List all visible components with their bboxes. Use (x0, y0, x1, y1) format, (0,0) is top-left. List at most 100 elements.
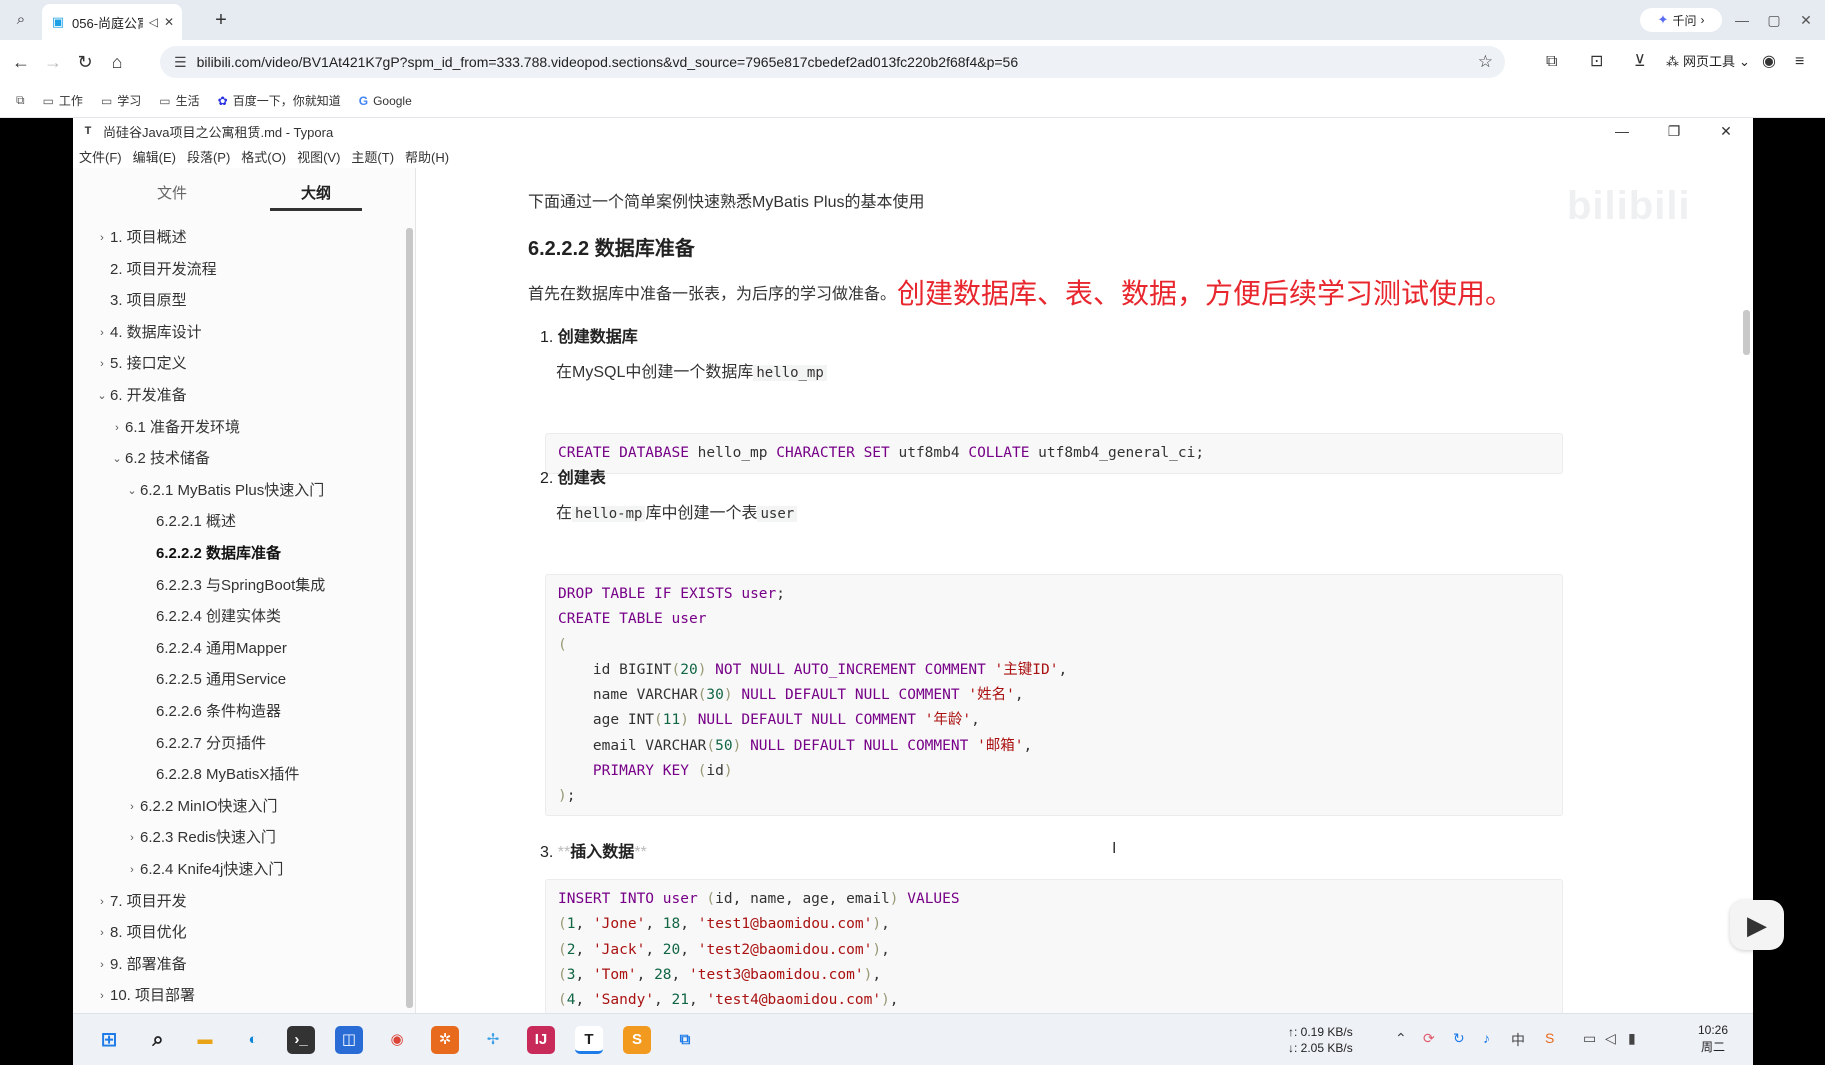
outline-item[interactable]: › 5. 接口定义 (100, 354, 187, 374)
menu-theme[interactable]: 主题(T) (351, 147, 394, 166)
bookmarks-manager-icon[interactable]: ⧉ (16, 93, 25, 108)
bookmark-baidu[interactable]: ✿ 百度一下，你就知道 (218, 92, 341, 109)
chevron-right-icon[interactable]: › (96, 955, 108, 975)
mute-icon[interactable]: ◁ (149, 15, 158, 29)
tab-active[interactable]: ▣ 056-尚庭公寓 ◁ ✕ (42, 4, 182, 40)
outline-item[interactable]: ⌄ 6.2 技术储备 (112, 449, 210, 469)
bookmark-study[interactable]: ▭ 学习 (101, 92, 141, 109)
outline-item[interactable]: ⌄ 6. 开发准备 (97, 386, 186, 406)
sidebar-scrollbar[interactable] (406, 228, 413, 1008)
windows-start-icon[interactable]: ⊞ (95, 1026, 123, 1054)
forward-icon[interactable]: → (42, 51, 64, 73)
chevron-right-icon[interactable]: › (96, 354, 108, 374)
outline-item[interactable]: › 7. 项目开发 (100, 892, 187, 912)
address-bar[interactable]: ☰ bilibili.com/video/BV1At421K7gP?spm_id… (160, 46, 1505, 78)
code-block-create-db[interactable]: CREATE DATABASE hello_mp CHARACTER SET u… (545, 433, 1563, 474)
outline-item[interactable]: › 6.2.2 MinIO快速入门 (130, 797, 277, 817)
menu-file[interactable]: 文件(F) (79, 147, 122, 166)
microphone-icon[interactable]: ♪ (1483, 1030, 1490, 1046)
ime-icon[interactable]: 中 (1511, 1030, 1525, 1050)
maximize-icon[interactable]: ▢ (1764, 10, 1784, 30)
tray-expand-icon[interactable]: ⌃ (1395, 1030, 1407, 1047)
outline-item[interactable]: › 10. 项目部署 (100, 986, 195, 1006)
menu-paragraph[interactable]: 段落(P) (187, 147, 230, 166)
edge-icon[interactable]: ◐ (239, 1026, 267, 1054)
chevron-right-icon[interactable]: › (126, 860, 138, 880)
editor-area[interactable]: bilibili 下面通过一个简单案例快速熟悉MyBatis Plus的基本使用… (417, 168, 1753, 1065)
menu-help[interactable]: 帮助(H) (405, 147, 449, 166)
tab-files[interactable]: 文件 (157, 182, 187, 203)
outline-item[interactable]: 6.2.2.1 概述 (156, 512, 236, 532)
outline-item[interactable]: › 8. 项目优化 (100, 923, 187, 943)
clock[interactable]: 10:26 周二 (1698, 1022, 1728, 1056)
outline-item[interactable]: 3. 项目原型 (110, 291, 187, 311)
menu-view[interactable]: 视图(V) (297, 147, 340, 166)
outline-item[interactable]: 6.2.2.8 MyBatisX插件 (156, 765, 299, 785)
qianwen-button[interactable]: ✦ 千问 › (1640, 8, 1722, 32)
tab-close-icon[interactable]: ✕ (164, 15, 174, 29)
download-icon[interactable]: ⊻ (1634, 51, 1646, 73)
screenshot-icon[interactable]: ⊡ (1590, 51, 1603, 73)
new-tab-icon[interactable]: + (210, 9, 232, 31)
chevron-down-icon[interactable]: ⌄ (111, 449, 123, 469)
outline-item[interactable]: › 4. 数据库设计 (100, 323, 202, 343)
chevron-right-icon[interactable]: › (126, 797, 138, 817)
url-text[interactable]: bilibili.com/video/BV1At421K7gP?spm_id_f… (197, 54, 1019, 70)
bookmark-life[interactable]: ▭ 生活 (159, 92, 199, 109)
chevron-right-icon[interactable]: › (96, 892, 108, 912)
minimize-icon[interactable]: — (1732, 10, 1752, 30)
remote-desktop-icon[interactable]: ⧉ (671, 1026, 699, 1054)
typora-taskbar-icon[interactable]: T (575, 1026, 603, 1054)
outline-item[interactable]: 6.2.2.5 通用Service (156, 670, 286, 690)
terminal-icon[interactable]: ›_ (287, 1026, 315, 1054)
outline-item[interactable]: › 6.2.4 Knife4j快速入门 (130, 860, 283, 880)
chevron-right-icon[interactable]: › (111, 418, 123, 438)
file-explorer-icon[interactable]: ▬ (191, 1026, 219, 1054)
tab-outline[interactable]: 大纲 (301, 182, 331, 203)
tray-sync-icon[interactable]: ↻ (1453, 1030, 1465, 1047)
outline-item[interactable]: › 6.1 准备开发环境 (115, 418, 240, 438)
outline-item[interactable]: 6.2.2.4 通用Mapper (156, 639, 287, 659)
editor-scrollbar[interactable] (1743, 310, 1750, 355)
outline-item[interactable]: ⌄ 6.2.1 MyBatis Plus快速入门 (127, 481, 324, 501)
site-info-icon[interactable]: ☰ (174, 54, 187, 71)
tray-app-icon[interactable]: ⟳ (1423, 1030, 1435, 1047)
outline-item[interactable]: 6.2.2.7 分页插件 (156, 734, 266, 754)
menu-icon[interactable]: ≡ (1795, 51, 1804, 73)
chevron-down-icon[interactable]: ⌄ (126, 481, 138, 501)
chevron-down-icon[interactable]: ⌄ (96, 386, 108, 406)
sublime-icon[interactable]: S (623, 1026, 651, 1054)
chevron-right-icon[interactable]: › (96, 986, 108, 1006)
play-button-icon[interactable]: ▶ (1730, 900, 1784, 950)
typora-minimize-icon[interactable]: — (1611, 120, 1633, 142)
search-icon[interactable]: ⌕ (144, 1026, 172, 1054)
reload-icon[interactable]: ↻ (74, 51, 96, 73)
tab-search-icon[interactable]: ⌕ (12, 11, 30, 29)
back-icon[interactable]: ← (10, 51, 32, 73)
outline-item[interactable]: 6.2.2.3 与SpringBoot集成 (156, 576, 325, 596)
bookmark-google[interactable]: G Google (359, 94, 412, 108)
chevron-right-icon[interactable]: › (96, 228, 108, 248)
typora-close-icon[interactable]: ✕ (1715, 120, 1737, 142)
code-block-create-table[interactable]: DROP TABLE IF EXISTS user; CREATE TABLE … (545, 574, 1563, 816)
typora-restore-icon[interactable]: ❐ (1663, 120, 1685, 142)
outline-item[interactable]: 6.2.2.6 条件构造器 (156, 702, 281, 722)
bookmark-star-icon[interactable]: ☆ (1478, 52, 1493, 72)
extensions-icon[interactable]: ⧉ (1546, 51, 1557, 73)
display-icon[interactable]: ▭ (1583, 1030, 1596, 1047)
chevron-right-icon[interactable]: › (126, 828, 138, 848)
outline-item[interactable]: 2. 项目开发流程 (110, 260, 217, 280)
chrome-icon[interactable]: ◉ (383, 1026, 411, 1054)
outline-item[interactable]: › 6.2.3 Redis快速入门 (130, 828, 276, 848)
chevron-right-icon[interactable]: › (96, 923, 108, 943)
menu-edit[interactable]: 编辑(E) (133, 147, 176, 166)
app-pinwheel-icon[interactable]: ✢ (479, 1026, 507, 1054)
web-tools-button[interactable]: ⁂ 网页工具 ⌄ (1666, 50, 1750, 74)
outline-item-active[interactable]: 6.2.2.2 数据库准备 (156, 544, 281, 564)
store-icon[interactable]: ◫ (335, 1026, 363, 1054)
home-icon[interactable]: ⌂ (106, 51, 128, 73)
avatar[interactable]: ◉ (1762, 51, 1776, 73)
intellij-icon[interactable]: IJ (527, 1026, 555, 1054)
tray-s-icon[interactable]: S (1545, 1030, 1554, 1046)
battery-icon[interactable]: ▮ (1628, 1030, 1636, 1047)
